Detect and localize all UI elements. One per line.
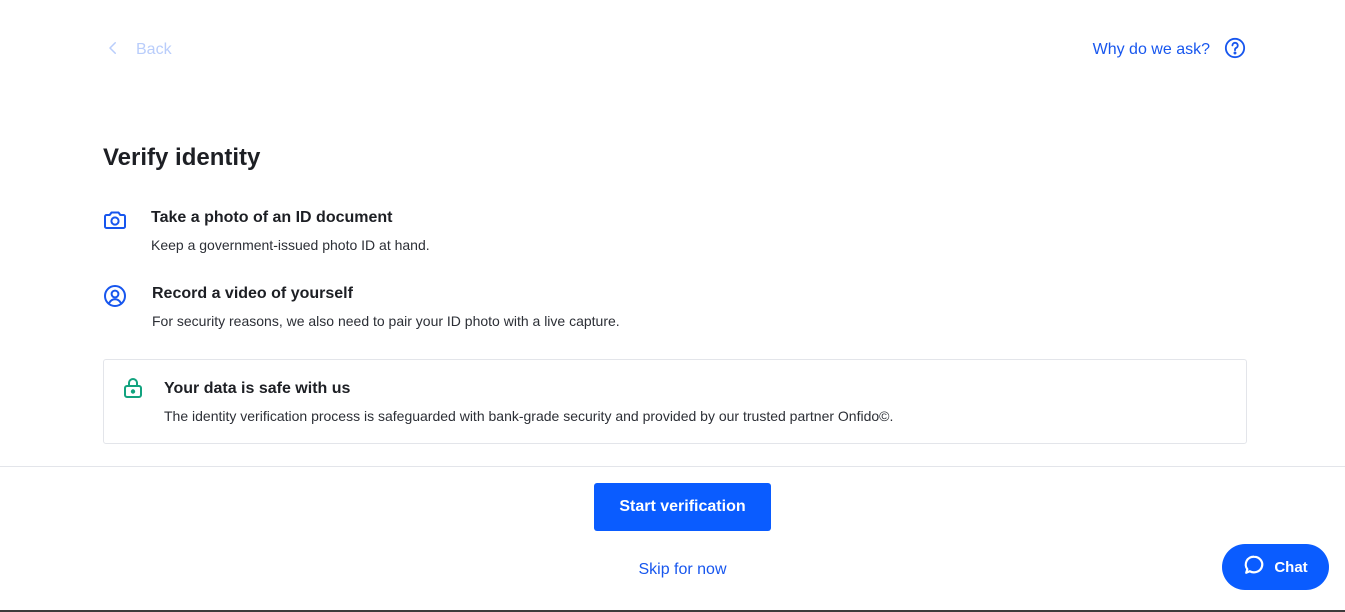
step-description: For security reasons, we also need to pa… bbox=[152, 313, 620, 329]
step-description: Keep a government-issued photo ID at han… bbox=[151, 237, 430, 253]
step-title: Record a video of yourself bbox=[152, 285, 353, 302]
back-label: Back bbox=[136, 41, 172, 58]
chat-label: Chat bbox=[1274, 558, 1308, 576]
skip-for-now-link[interactable]: Skip for now bbox=[638, 561, 726, 578]
page-title: Verify identity bbox=[103, 144, 261, 171]
step-title: Take a photo of an ID document bbox=[151, 209, 393, 226]
chat-bubble-icon bbox=[1243, 554, 1265, 580]
skip-area: Skip for now bbox=[0, 561, 1345, 579]
chat-button[interactable]: Chat bbox=[1222, 544, 1329, 590]
start-verification-button[interactable]: Start verification bbox=[594, 483, 771, 531]
data-safety-card: Your data is safe with us The identity v… bbox=[103, 359, 1247, 444]
camera-icon bbox=[103, 208, 127, 232]
safety-title: Your data is safe with us bbox=[164, 380, 351, 397]
safety-description: The identity verification process is saf… bbox=[164, 408, 894, 424]
verify-identity-page: Back Why do we ask? Verify identity Take… bbox=[0, 0, 1345, 612]
chevron-left-icon bbox=[104, 39, 122, 62]
user-circle-icon bbox=[103, 284, 127, 308]
back-button[interactable]: Back bbox=[104, 38, 172, 62]
why-do-we-ask-link[interactable]: Why do we ask? bbox=[1093, 37, 1246, 63]
footer-divider bbox=[0, 466, 1345, 467]
question-circle-icon bbox=[1224, 37, 1246, 64]
lock-icon bbox=[121, 376, 145, 400]
why-label: Why do we ask? bbox=[1092, 41, 1210, 58]
